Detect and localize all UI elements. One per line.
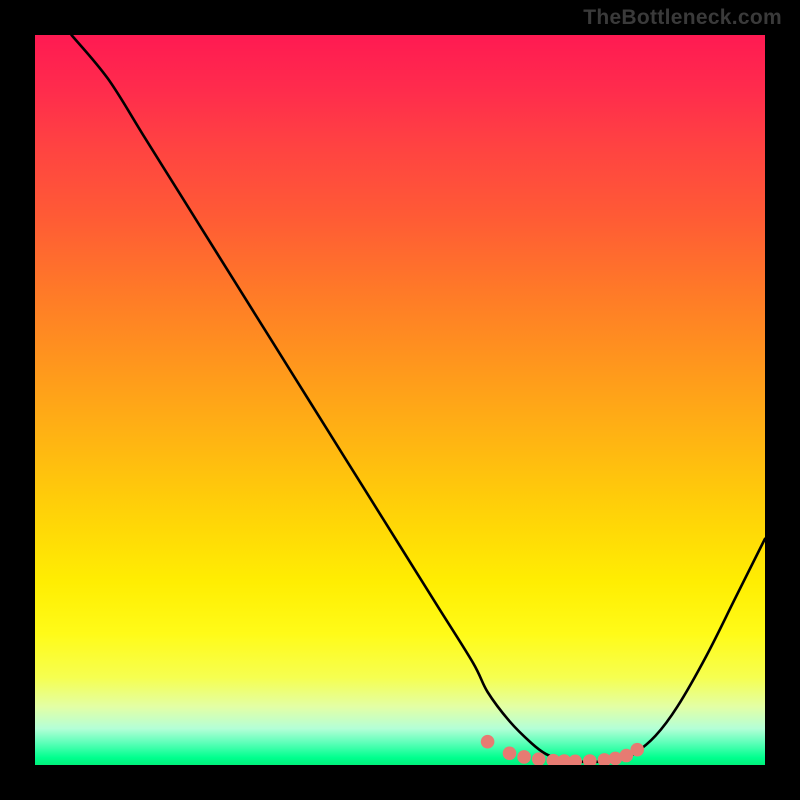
highlight-dot (583, 754, 597, 765)
watermark-text: TheBottleneck.com (583, 6, 782, 30)
bottleneck-curve (72, 35, 766, 762)
highlight-dot (481, 735, 495, 749)
highlight-dots (481, 735, 644, 765)
curve-layer (35, 35, 765, 765)
plot-area (35, 35, 765, 765)
highlight-dot (517, 750, 531, 764)
highlight-dot (532, 752, 546, 765)
highlight-dot (630, 743, 644, 757)
highlight-dot (503, 747, 517, 761)
highlight-dot (568, 755, 582, 765)
chart-frame: TheBottleneck.com (0, 0, 800, 800)
